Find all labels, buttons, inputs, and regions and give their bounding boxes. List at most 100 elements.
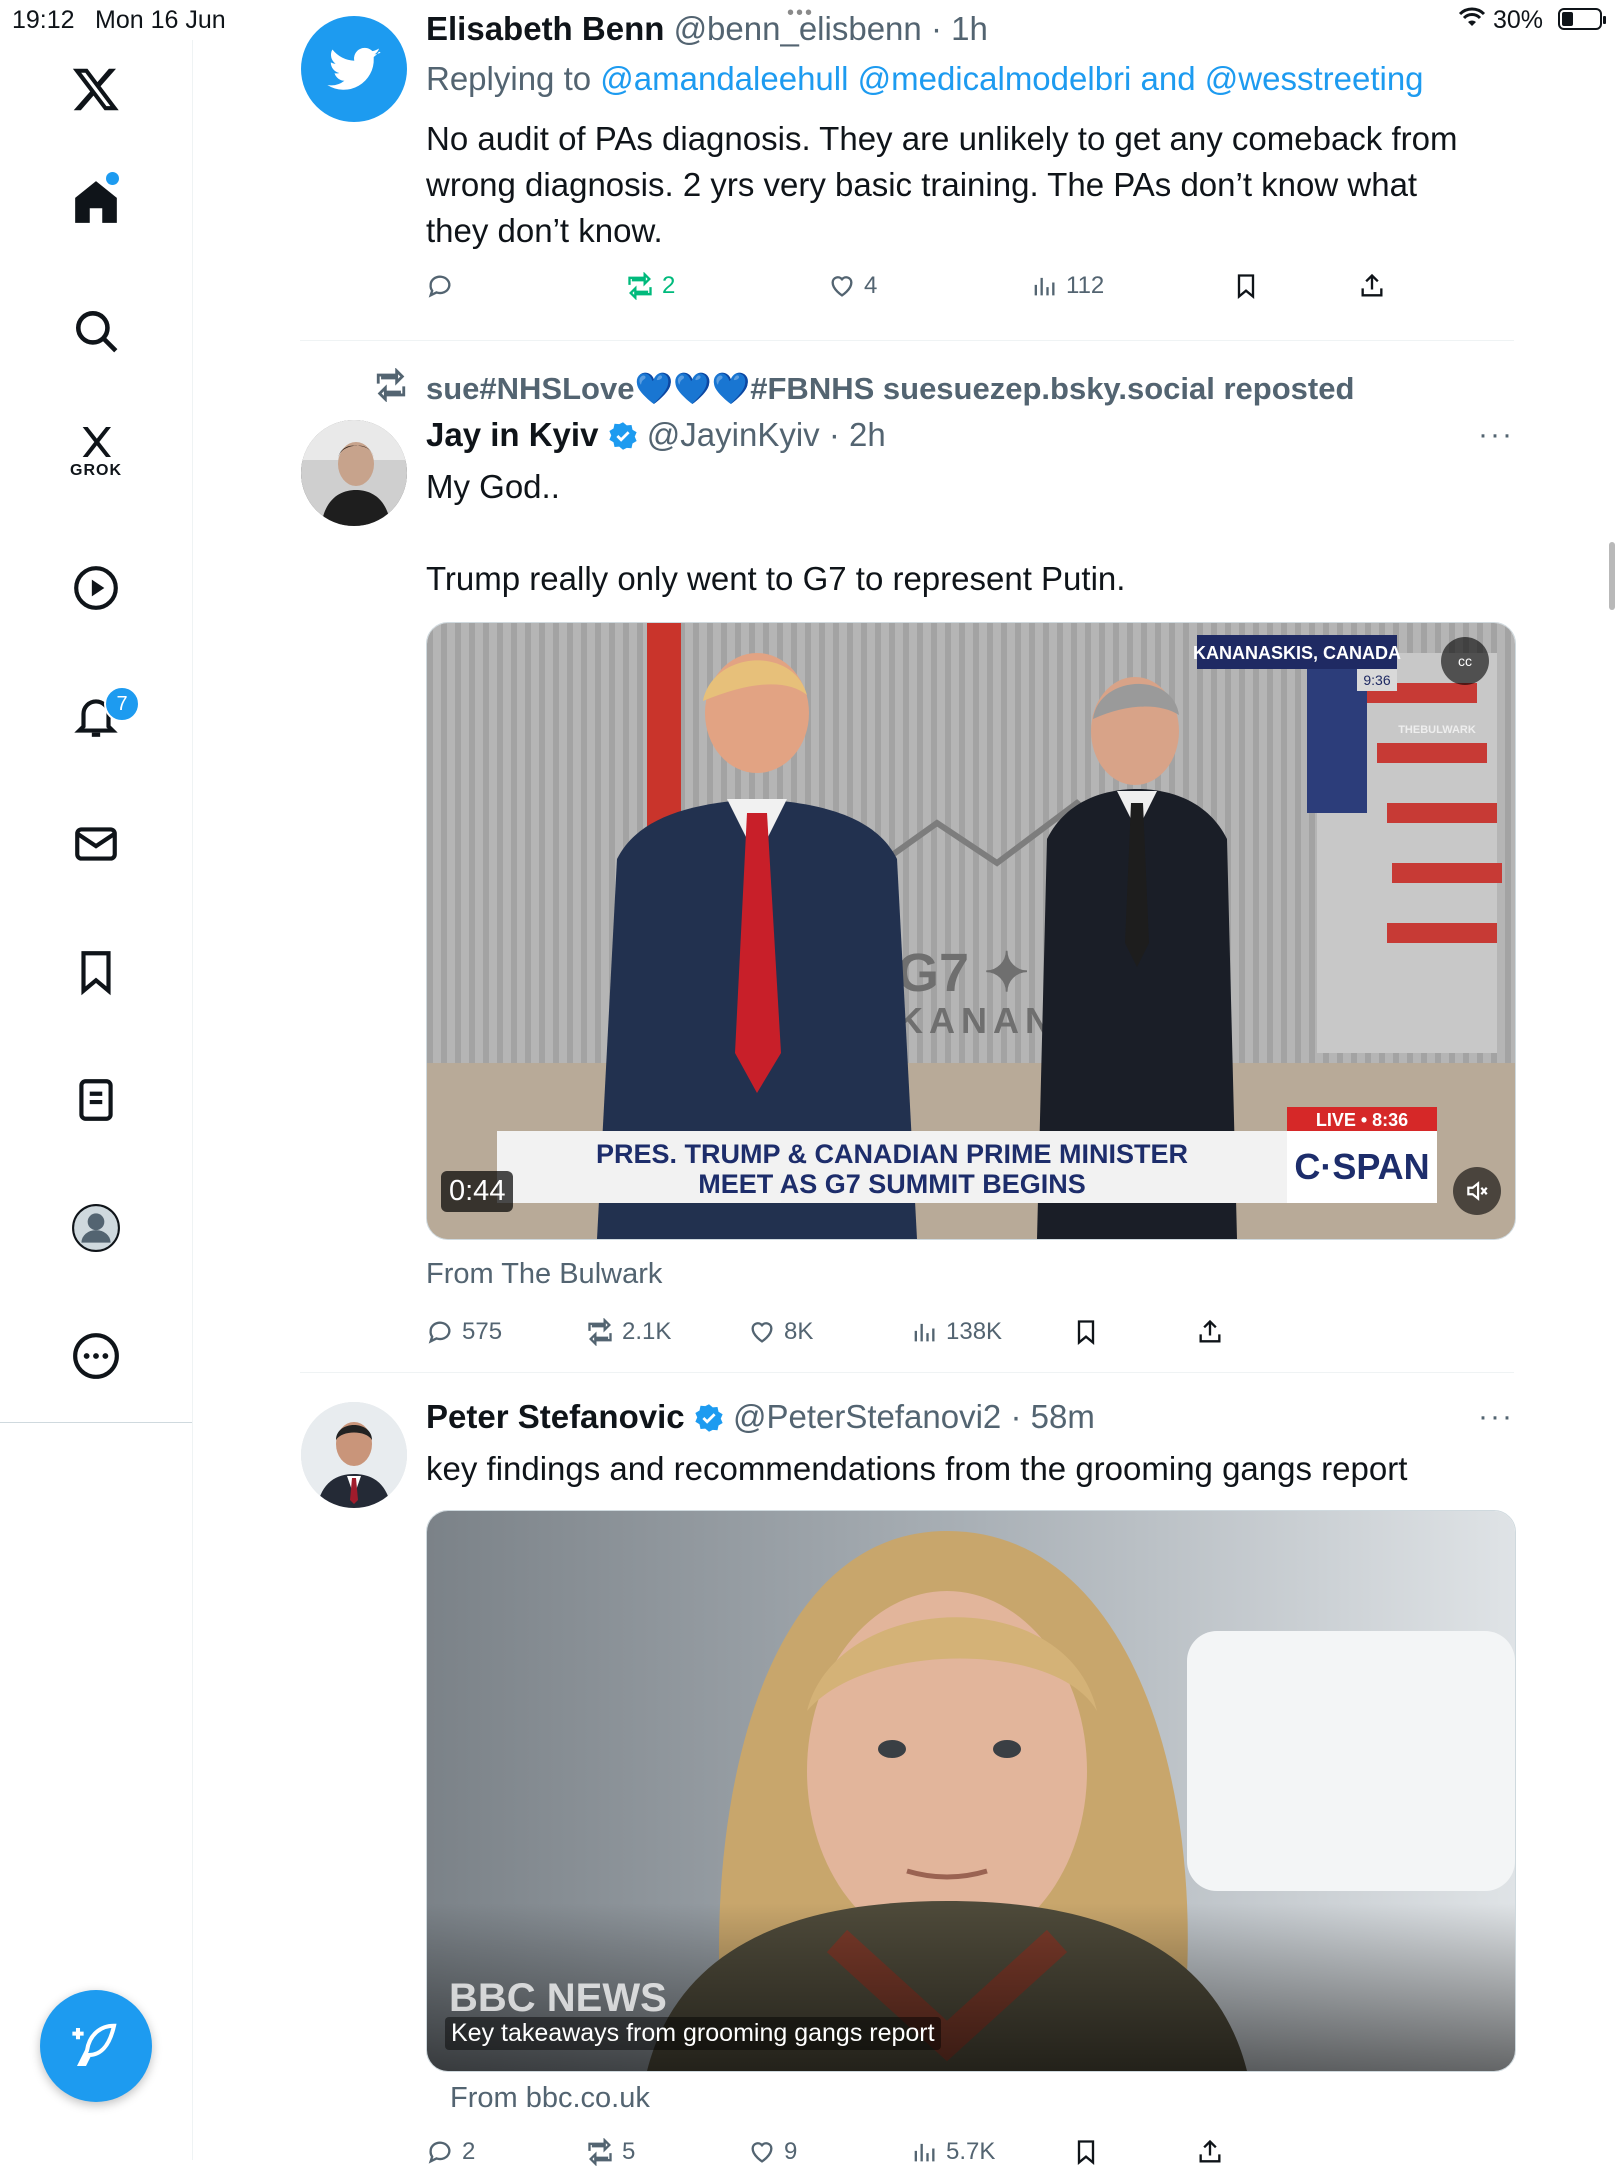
views-button[interactable]: 5.7K xyxy=(910,2138,995,2166)
avatar-photo xyxy=(301,1402,407,1508)
bookmark-icon xyxy=(1237,274,1255,299)
share-icon xyxy=(1199,2139,1221,2163)
like-button[interactable]: 4 xyxy=(828,272,877,300)
more-options-icon[interactable] xyxy=(55,1315,137,1397)
repost-button[interactable]: 2.1K xyxy=(586,1318,671,1346)
author-handle[interactable]: @benn_elisbenn xyxy=(674,10,922,47)
battery-icon xyxy=(1558,8,1606,30)
heart-icon xyxy=(831,276,853,297)
profile-avatar-icon[interactable] xyxy=(55,1187,137,1269)
media-source[interactable]: From The Bulwark xyxy=(426,1258,662,1291)
svg-text:LIVE • 8:36: LIVE • 8:36 xyxy=(1316,1110,1408,1130)
scrollbar-thumb[interactable] xyxy=(1609,542,1615,610)
share-icon xyxy=(1361,273,1383,297)
video-icon[interactable] xyxy=(55,547,137,629)
tweet-text-line: Trump really only went to G7 to represen… xyxy=(426,560,1126,597)
reply-button[interactable]: 2 xyxy=(426,2138,475,2166)
bookmark-icon xyxy=(1077,2140,1095,2165)
reply-icon xyxy=(428,275,451,298)
compose-feather-icon xyxy=(72,2023,117,2067)
author-name[interactable]: Peter Stefanovic xyxy=(426,1398,685,1435)
compose-post-button[interactable] xyxy=(40,1990,152,2102)
twitter-bird-icon xyxy=(327,47,381,90)
verified-badge-icon xyxy=(694,1403,724,1433)
notifications-badge: 7 xyxy=(104,686,140,722)
svg-text:C·SPAN: C·SPAN xyxy=(1294,1146,1429,1187)
bookmark-button[interactable] xyxy=(1072,2138,1100,2166)
lists-icon[interactable] xyxy=(55,1059,137,1141)
avatar-photo xyxy=(301,420,407,526)
share-icon xyxy=(1199,1319,1221,1343)
tweet-header: Peter Stefanovic @PeterStefanovi2 · 58m xyxy=(426,1398,1095,1436)
views-chart-icon xyxy=(914,1323,935,1342)
reply-button[interactable]: 575 xyxy=(426,1318,502,1346)
author-name[interactable]: Elisabeth Benn xyxy=(426,10,664,47)
closed-captions-button[interactable]: cc xyxy=(1441,637,1489,685)
repost-button[interactable]: 5 xyxy=(586,2138,635,2166)
home-icon[interactable] xyxy=(55,161,137,243)
tweet-time[interactable]: · 58m xyxy=(1010,1398,1094,1435)
repost-indicator-icon xyxy=(374,367,408,407)
tweet-time[interactable]: · 1h xyxy=(931,10,988,47)
svg-text:MEET AS G7 SUMMIT BEGINS: MEET AS G7 SUMMIT BEGINS xyxy=(698,1169,1086,1199)
status-time: 19:12 xyxy=(12,6,75,34)
bookmarks-icon[interactable] xyxy=(55,931,137,1013)
bookmark-button[interactable] xyxy=(1072,1318,1100,1346)
reply-button[interactable] xyxy=(426,272,454,300)
share-button[interactable] xyxy=(1196,2138,1224,2166)
link-card-title: Key takeaways from grooming gangs report xyxy=(445,2017,941,2050)
views-chart-icon xyxy=(914,2143,935,2162)
mute-button[interactable] xyxy=(1453,1167,1501,1215)
author-name[interactable]: Jay in Kyiv xyxy=(426,416,598,453)
repost-button[interactable]: 2 xyxy=(626,272,675,300)
messages-mail-icon[interactable] xyxy=(55,803,137,885)
replying-to-handles[interactable]: @amandaleehull @medicalmodelbri and @wes… xyxy=(600,60,1423,97)
svg-text:9:36: 9:36 xyxy=(1363,672,1390,688)
more-options-icon[interactable]: ··· xyxy=(1478,418,1514,452)
video-frame: G7 ✦ 202 KANANASKI PRES. TRUMP & CANADIA… xyxy=(427,623,1515,1239)
avatar[interactable] xyxy=(301,16,407,122)
svg-text:THEBULWARK: THEBULWARK xyxy=(1398,724,1476,736)
tweet-header: Elisabeth Benn @benn_elisbenn · 1h xyxy=(426,10,988,48)
speaker-muted-icon xyxy=(1467,1181,1488,1201)
like-button[interactable]: 9 xyxy=(748,2138,797,2166)
svg-text:BBC NEWS: BBC NEWS xyxy=(449,1976,667,2020)
views-chart-icon xyxy=(1034,277,1055,296)
tweet-text: key findings and recommendations from th… xyxy=(426,1450,1408,1487)
heart-icon xyxy=(751,1322,773,1343)
tweet-time[interactable]: · 2h xyxy=(829,416,886,453)
battery-percent: 30% xyxy=(1493,6,1544,34)
link-card[interactable]: BBC NEWS Key takeaways from grooming gan… xyxy=(426,1510,1516,2072)
repost-icon xyxy=(588,2138,612,2166)
svg-text:KANANASKIS, CANADA: KANANASKIS, CANADA xyxy=(1193,643,1401,663)
replying-prefix: Replying to xyxy=(426,60,592,97)
author-handle[interactable]: @PeterStefanovi2 xyxy=(733,1398,1001,1435)
verified-badge-icon xyxy=(608,421,638,451)
video-duration: 0:44 xyxy=(441,1171,514,1212)
grok-label: GROK xyxy=(70,462,122,479)
status-date: Mon 16 Jun xyxy=(95,6,226,34)
heart-icon xyxy=(751,2142,773,2163)
share-button[interactable] xyxy=(1358,272,1386,300)
home-notification-dot xyxy=(106,172,119,185)
video-player[interactable]: G7 ✦ 202 KANANASKI PRES. TRUMP & CANADIA… xyxy=(426,622,1516,1240)
wifi-icon xyxy=(1458,6,1486,35)
bookmark-button[interactable] xyxy=(1232,272,1260,300)
avatar[interactable] xyxy=(301,1402,407,1508)
more-options-icon[interactable]: ··· xyxy=(1478,1400,1514,1434)
replying-to: Replying to @amandaleehull @medicalmodel… xyxy=(426,60,1424,98)
repost-icon xyxy=(588,1318,612,1346)
avatar[interactable] xyxy=(301,420,407,526)
svg-text:PRES. TRUMP & CANADIAN PRIME M: PRES. TRUMP & CANADIAN PRIME MINISTER xyxy=(596,1139,1188,1169)
views-button[interactable]: 138K xyxy=(910,1318,1002,1346)
grok-icon[interactable]: GROK xyxy=(55,410,137,492)
views-button[interactable]: 112 xyxy=(1030,272,1104,300)
like-button[interactable]: 8K xyxy=(748,1318,813,1346)
author-handle[interactable]: @JayinKyiv xyxy=(647,416,820,453)
reposted-by[interactable]: sue#NHSLove💙💙💙#FBNHS suesuezep.bsky.soci… xyxy=(426,370,1354,407)
x-logo-icon[interactable] xyxy=(55,48,137,130)
bookmark-icon xyxy=(1077,1320,1095,1345)
share-button[interactable] xyxy=(1196,1318,1224,1346)
link-source[interactable]: From bbc.co.uk xyxy=(450,2082,650,2115)
search-icon[interactable] xyxy=(55,290,137,372)
